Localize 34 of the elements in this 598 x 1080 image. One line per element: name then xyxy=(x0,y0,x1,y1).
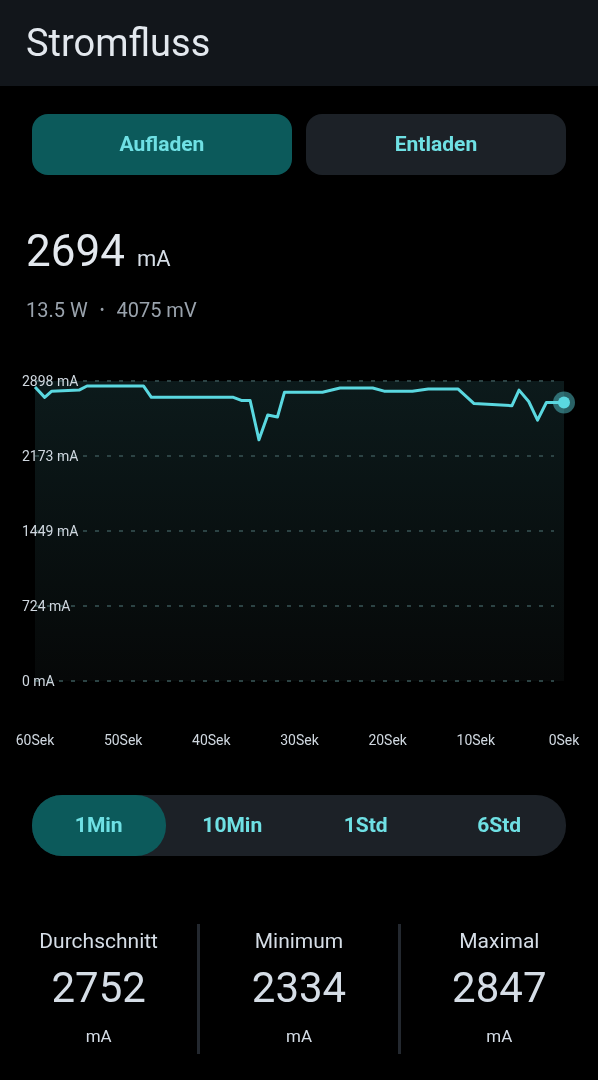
x-axis-label: 60Sek xyxy=(15,732,55,748)
y-axis-label: 0 mA xyxy=(22,673,55,689)
current-point-marker xyxy=(553,391,575,414)
y-axis-label: 724 mA xyxy=(22,598,71,615)
mode-tab[interactable]: Aufladen xyxy=(32,114,292,175)
y-axis-label: 2898 mA xyxy=(22,373,79,389)
power-value: 13.5 W xyxy=(26,297,88,324)
x-axis-label: 20Sek xyxy=(368,732,407,748)
range-tab[interactable]: 1Std xyxy=(299,795,433,856)
current-unit: mA xyxy=(136,245,171,273)
stat-label: Minimum xyxy=(254,928,344,955)
range-tab[interactable]: 1Min xyxy=(32,795,166,856)
stat-label: Durchschnitt xyxy=(39,928,158,955)
stat-value: 2847 xyxy=(452,961,547,1014)
x-axis-label: 10Sek xyxy=(456,732,496,748)
voltage-value: 4075 mV xyxy=(116,297,197,324)
stat-value: 2752 xyxy=(51,961,146,1014)
x-axis-label: 30Sek xyxy=(280,732,319,748)
stat-label: Maximal xyxy=(459,928,540,955)
y-axis-label: 2173 mA xyxy=(22,448,79,465)
mode-tab[interactable]: Entladen xyxy=(306,114,566,175)
stat-unit: mA xyxy=(486,1025,513,1048)
x-axis-label: 0Sek xyxy=(548,732,580,748)
range-tab[interactable]: 10Min xyxy=(165,795,299,856)
y-axis-label: 1449 mA xyxy=(22,523,79,539)
x-axis-label: 50Sek xyxy=(103,732,143,748)
page-title: Stromfluss xyxy=(26,19,211,67)
range-tab[interactable]: 6Std xyxy=(432,795,566,856)
stat-value: 2334 xyxy=(251,961,347,1014)
stat-unit: mA xyxy=(286,1025,312,1048)
separator-dot: • xyxy=(99,300,105,320)
stat-unit: mA xyxy=(85,1025,112,1048)
x-axis-label: 40Sek xyxy=(192,732,231,748)
current-value: 2694 xyxy=(26,229,125,273)
